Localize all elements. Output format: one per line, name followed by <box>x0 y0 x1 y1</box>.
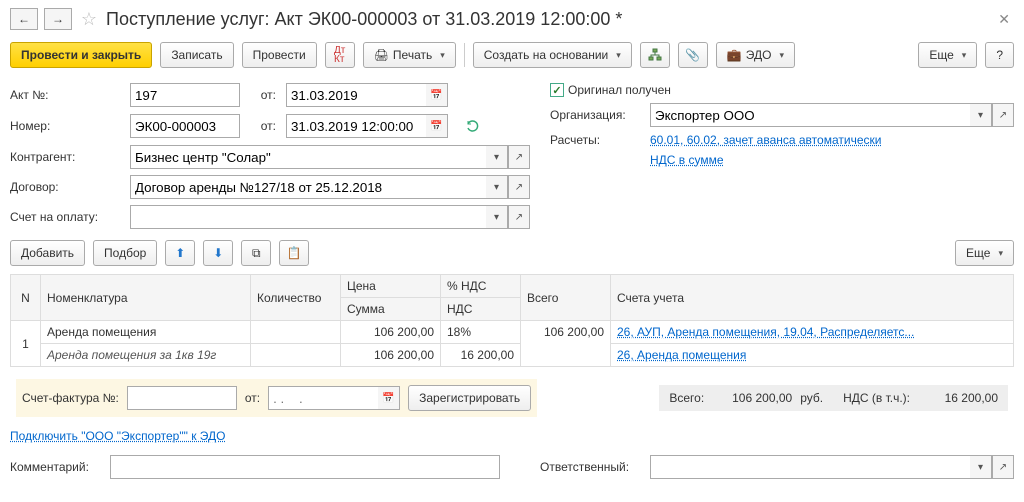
copy-icon: ⧉ <box>252 246 261 261</box>
help-button[interactable]: ? <box>985 42 1014 68</box>
sf-number-input[interactable] <box>127 386 237 410</box>
separator <box>464 43 465 67</box>
save-button[interactable]: Записать <box>160 42 233 68</box>
act-no-input[interactable] <box>130 83 240 107</box>
create-based-button[interactable]: Создать на основании <box>473 42 632 68</box>
act-date-input[interactable] <box>286 83 426 107</box>
contract-input[interactable] <box>130 175 486 199</box>
number-input[interactable] <box>130 114 240 138</box>
dropdown-icon[interactable]: ▾ <box>486 175 508 199</box>
dropdown-icon[interactable]: ▾ <box>486 145 508 169</box>
calendar-icon[interactable]: 📅 <box>378 386 400 410</box>
sf-date-input[interactable] <box>268 386 378 410</box>
table-row[interactable]: Аренда помещения за 1кв 19г 106 200,00 1… <box>11 344 1014 367</box>
col-nom: Номенклатура <box>41 275 251 321</box>
col-total: Всего <box>521 275 611 321</box>
open-icon[interactable]: ↗ <box>992 455 1014 479</box>
comment-label: Комментарий: <box>10 460 100 474</box>
col-qty: Количество <box>251 275 341 321</box>
dropdown-icon[interactable]: ▾ <box>970 103 992 127</box>
counterparty-input[interactable] <box>130 145 486 169</box>
col-vat: НДС <box>441 298 521 321</box>
items-table: N Номенклатура Количество Цена % НДС Все… <box>10 274 1014 367</box>
table-row[interactable]: 1 Аренда помещения 106 200,00 18% 106 20… <box>11 321 1014 344</box>
open-icon[interactable]: ↗ <box>508 175 530 199</box>
nav-back-button[interactable]: ← <box>10 8 38 30</box>
open-icon[interactable]: ↗ <box>508 145 530 169</box>
move-up-button[interactable]: ⬆ <box>165 240 195 266</box>
col-sum: Сумма <box>341 298 441 321</box>
printer-icon: 🖨 <box>374 48 389 62</box>
print-button[interactable]: 🖨 Печать <box>363 42 456 68</box>
refresh-icon <box>466 119 480 133</box>
invoice-label: Счет на оплату: <box>10 210 120 224</box>
dropdown-icon[interactable]: ▾ <box>970 455 992 479</box>
comment-input[interactable] <box>110 455 500 479</box>
arrow-down-icon: ⬇ <box>213 246 223 260</box>
nav-fwd-button[interactable]: → <box>44 8 72 30</box>
open-icon[interactable]: ↗ <box>508 205 530 229</box>
paste-icon: 📋 <box>287 246 302 260</box>
connect-edo-link[interactable]: Подключить "ООО "Экспортер"" к ЭДО <box>10 429 225 443</box>
accounts-link-1[interactable]: 26, АУП, Аренда помещения, 19.04, Распре… <box>617 325 914 339</box>
paste-button[interactable]: 📋 <box>279 240 309 266</box>
paperclip-icon: 📎 <box>685 48 700 62</box>
calendar-icon[interactable]: 📅 <box>426 83 448 107</box>
post-close-button[interactable]: Провести и закрыть <box>10 42 152 68</box>
col-price: Цена <box>341 275 441 298</box>
number-label: Номер: <box>10 119 120 133</box>
responsible-input[interactable] <box>650 455 970 479</box>
arrow-up-icon: ⬆ <box>175 246 185 260</box>
col-n: N <box>11 275 41 321</box>
struct-button[interactable] <box>640 42 670 68</box>
register-button[interactable]: Зарегистрировать <box>408 385 531 411</box>
add-row-button[interactable]: Добавить <box>10 240 85 266</box>
invoice-input[interactable] <box>130 205 486 229</box>
pick-button[interactable]: Подбор <box>93 240 157 266</box>
favorite-star-icon[interactable]: ☆ <box>78 8 100 30</box>
accounts-link-2[interactable]: 26, Аренда помещения <box>617 348 746 362</box>
move-down-button[interactable]: ⬇ <box>203 240 233 266</box>
number-date-input[interactable] <box>286 114 426 138</box>
calendar-icon[interactable]: 📅 <box>426 114 448 138</box>
total-value: 106 200,00 <box>712 391 792 405</box>
settlements-link[interactable]: 60.01, 60.02, зачет аванса автоматически <box>650 133 881 147</box>
counterparty-label: Контрагент: <box>10 150 120 164</box>
table-more-button[interactable]: Еще <box>955 240 1014 266</box>
structure-icon <box>648 48 662 62</box>
responsible-label: Ответственный: <box>540 460 640 474</box>
edo-icon: 💼 <box>727 48 742 62</box>
refresh-button[interactable] <box>458 113 488 139</box>
sf-label: Счет-фактура №: <box>22 391 119 405</box>
close-icon[interactable]: ✕ <box>994 11 1014 28</box>
contract-label: Договор: <box>10 180 120 194</box>
open-icon[interactable]: ↗ <box>992 103 1014 127</box>
original-received-checkbox[interactable]: ✓ Оригинал получен <box>550 83 671 97</box>
attachment-button[interactable]: 📎 <box>678 42 708 68</box>
edo-button[interactable]: 💼 ЭДО <box>716 42 795 68</box>
vat-value: 16 200,00 <box>918 391 998 405</box>
col-vatpct: % НДС <box>441 275 521 298</box>
sf-from-label: от: <box>245 391 260 405</box>
copy-button[interactable]: ⧉ <box>241 240 271 266</box>
from-label-2: от: <box>250 119 276 133</box>
dropdown-icon[interactable]: ▾ <box>486 205 508 229</box>
nds-mode-link[interactable]: НДС в сумме <box>650 153 724 167</box>
post-button[interactable]: Провести <box>242 42 317 68</box>
org-input[interactable] <box>650 103 970 127</box>
act-no-label: Акт №: <box>10 88 120 102</box>
col-accounts: Счета учета <box>611 275 1014 321</box>
org-label: Организация: <box>550 108 640 122</box>
dtkt-button[interactable]: ДтКт <box>325 42 355 68</box>
settlements-label: Расчеты: <box>550 133 640 147</box>
more-button[interactable]: Еще <box>918 42 977 68</box>
window-title: Поступление услуг: Акт ЭК00-000003 от 31… <box>106 9 988 30</box>
from-label-1: от: <box>250 88 276 102</box>
totals-panel: Всего: 106 200,00 руб. НДС (в т.ч.): 16 … <box>659 385 1008 411</box>
